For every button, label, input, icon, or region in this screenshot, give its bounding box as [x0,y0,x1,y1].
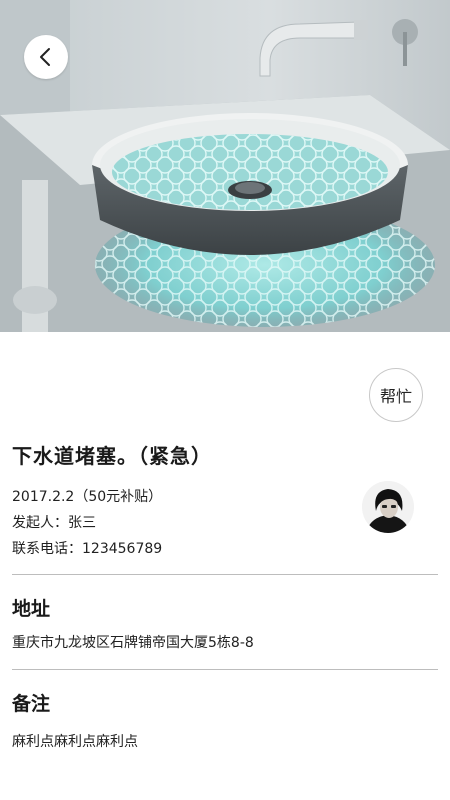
divider [12,574,438,575]
notes-heading: 备注 [12,693,51,715]
avatar[interactable] [362,481,414,533]
notes-text: 麻利点麻利点麻利点 [12,734,138,750]
chevron-left-icon [40,48,50,66]
address-heading: 地址 [12,598,51,620]
divider [12,669,438,670]
address-text: 重庆市九龙坡区石牌铺帝国大厦5栋8-8 [12,635,254,651]
task-date-reward: 2017.2.2（50元补贴） [12,489,163,505]
task-initiator: 发起人：张三 [12,515,96,531]
hero-image [0,0,450,332]
person-portrait-icon [362,481,414,533]
task-phone[interactable]: 联系电话：123456789 [12,538,162,558]
task-title: 下水道堵塞。（紧急） [12,444,212,468]
help-button[interactable]: 帮忙 [369,368,423,422]
basin-illustration [0,0,450,332]
back-button[interactable] [24,35,68,79]
